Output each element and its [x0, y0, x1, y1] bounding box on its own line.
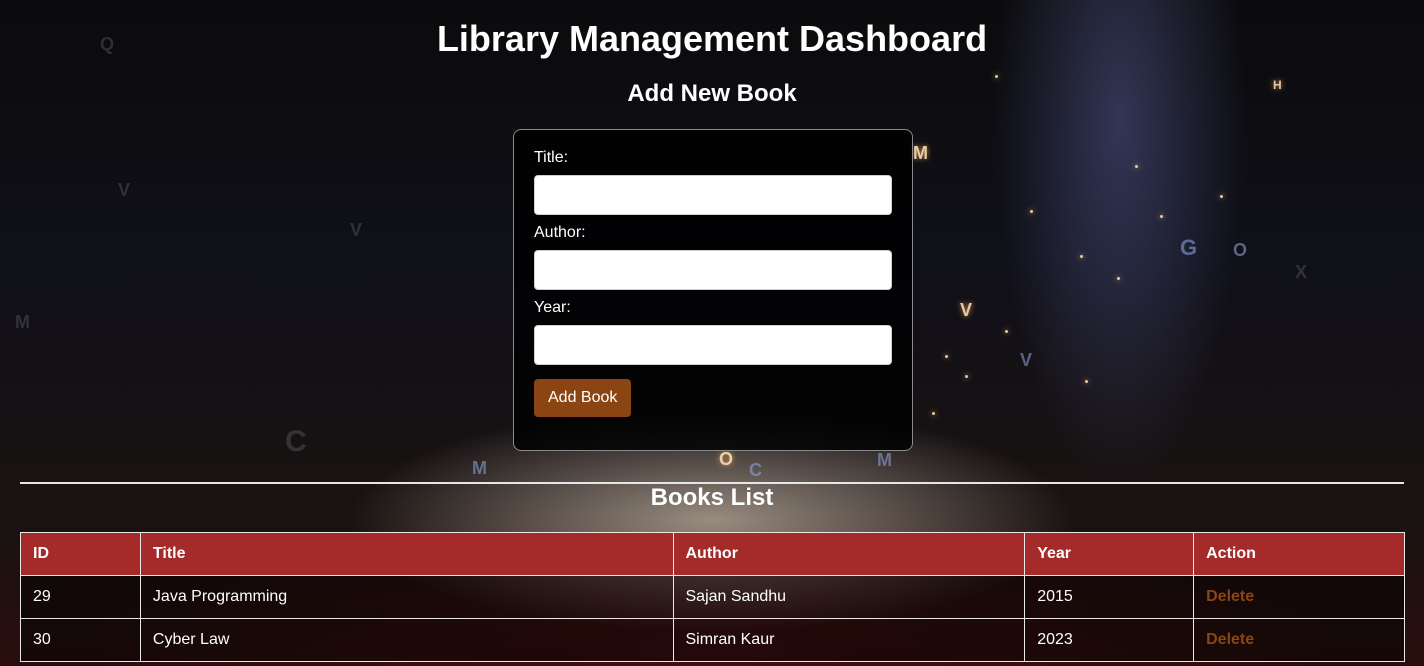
- author-input[interactable]: [534, 250, 892, 290]
- column-header-action: Action: [1193, 532, 1405, 576]
- table-row: 30 Cyber Law Simran Kaur 2023 Delete: [20, 618, 1405, 662]
- cell-id: 30: [20, 618, 141, 662]
- add-book-button[interactable]: Add Book: [534, 379, 632, 417]
- cell-author: Sajan Sandhu: [672, 575, 1026, 619]
- column-header-author: Author: [672, 532, 1026, 576]
- column-header-id: ID: [20, 532, 141, 576]
- books-list-heading: Books List: [650, 484, 774, 511]
- table-header-row: ID Title Author Year Action: [20, 532, 1405, 576]
- column-header-title: Title: [139, 532, 674, 576]
- cell-action: Delete: [1193, 618, 1405, 662]
- books-table: ID Title Author Year Action 29 Java Prog…: [20, 532, 1405, 662]
- delete-link[interactable]: Delete: [1206, 588, 1254, 605]
- year-label: Year:: [534, 299, 571, 316]
- cell-title: Java Programming: [139, 575, 674, 619]
- cell-year: 2023: [1024, 618, 1195, 662]
- add-book-form: Title: Author: Year: Add Book: [513, 129, 913, 451]
- cell-title: Cyber Law: [139, 618, 674, 662]
- column-header-year: Year: [1024, 532, 1195, 576]
- title-label: Title:: [534, 149, 569, 166]
- author-label: Author:: [534, 224, 586, 241]
- cell-author: Simran Kaur: [672, 618, 1026, 662]
- title-input[interactable]: [534, 175, 892, 215]
- page-title: Library Management Dashboard: [436, 18, 988, 59]
- add-book-heading: Add New Book: [627, 80, 797, 107]
- cell-year: 2015: [1024, 575, 1195, 619]
- delete-link[interactable]: Delete: [1206, 631, 1254, 648]
- table-row: 29 Java Programming Sajan Sandhu 2015 De…: [20, 575, 1405, 619]
- year-input[interactable]: [534, 325, 892, 365]
- cell-action: Delete: [1193, 575, 1405, 619]
- cell-id: 29: [20, 575, 141, 619]
